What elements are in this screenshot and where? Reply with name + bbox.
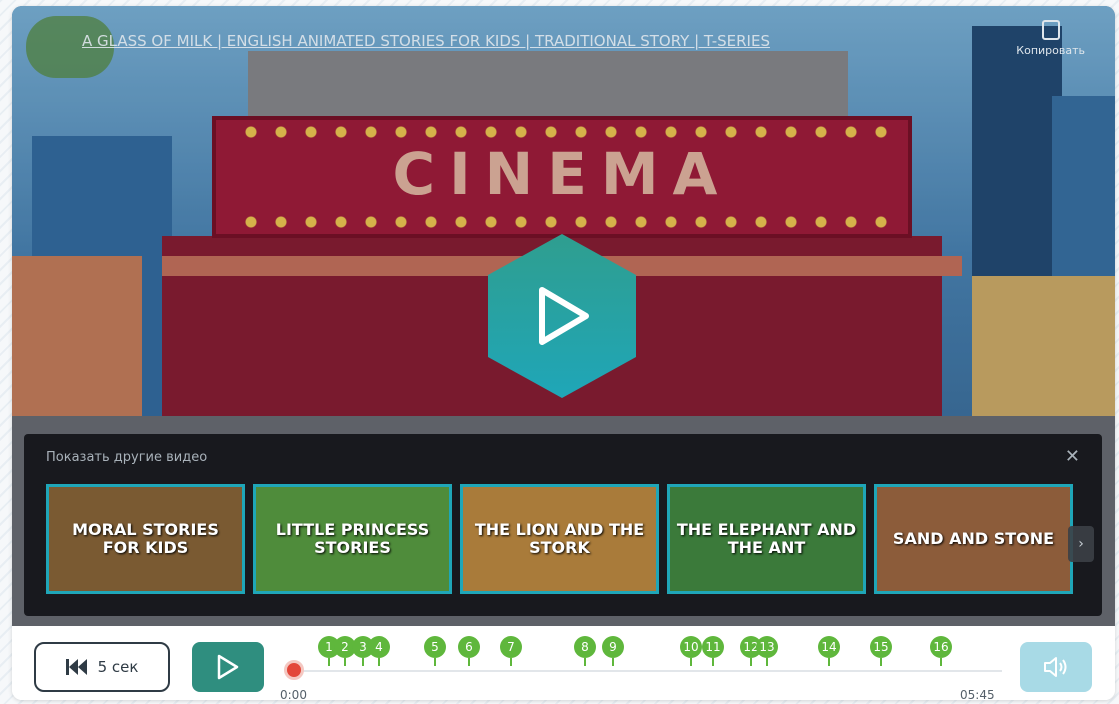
chapter-marker[interactable]: 4: [368, 636, 390, 666]
chapter-marker[interactable]: 8: [574, 636, 596, 666]
suggested-video-thumbnail[interactable]: THE LION AND THE STORK: [460, 484, 659, 594]
thumbnail-text: LITTLE PRINCESS STORIES: [275, 520, 430, 557]
chapter-marker[interactable]: 15: [870, 636, 892, 666]
chapter-marker[interactable]: 7: [500, 636, 522, 666]
player-controls: 5 сек 1 2 3 4 5 6 7 8 9 10 11 12 13 14 15 16 0:00 05:45: [12, 626, 1115, 700]
chapter-marker[interactable]: 9: [602, 636, 624, 666]
chapter-marker-label: 4: [368, 636, 390, 658]
chapter-marker[interactable]: 10: [680, 636, 702, 666]
copy-link-button[interactable]: Копировать: [1016, 20, 1085, 57]
chapter-marker-label: 15: [870, 636, 892, 658]
chapter-marker[interactable]: 6: [458, 636, 480, 666]
play-icon: [539, 287, 589, 345]
chapter-marker-label: 6: [458, 636, 480, 658]
chapter-marker-stem: [584, 658, 586, 666]
progress-knob[interactable]: [284, 660, 304, 680]
rewind-label: 5 сек: [97, 658, 139, 676]
suggested-videos-label: Показать другие видео: [46, 450, 208, 465]
chapter-marker-stem: [434, 658, 436, 666]
chapter-marker[interactable]: 13: [756, 636, 778, 666]
chapter-marker-label: 11: [702, 636, 724, 658]
chapter-marker[interactable]: 16: [930, 636, 952, 666]
chapter-marker-label: 14: [818, 636, 840, 658]
chevron-right-icon[interactable]: ›: [1068, 526, 1094, 562]
video-title-link[interactable]: A GLASS OF MILK | ENGLISH ANIMATED STORI…: [82, 32, 770, 50]
volume-button[interactable]: [1020, 642, 1092, 692]
suggested-video-thumbnail[interactable]: SAND AND STONE: [874, 484, 1073, 594]
volume-icon: [1044, 657, 1067, 677]
thumbnail-text: THE ELEPHANT AND THE ANT: [676, 520, 857, 557]
video-frame[interactable]: CINEMA A GLASS OF MILK | ENGLISH ANIMATE…: [12, 6, 1115, 626]
chapter-marker-label: 7: [500, 636, 522, 658]
thumbnail-text: MORAL STORIES FOR KIDS: [72, 520, 219, 557]
copy-icon: [1041, 20, 1060, 40]
copy-label: Копировать: [1016, 44, 1085, 57]
video-player: CINEMA A GLASS OF MILK | ENGLISH ANIMATE…: [12, 6, 1115, 700]
chapter-marker-label: 5: [424, 636, 446, 658]
chapter-marker-label: 16: [930, 636, 952, 658]
close-icon[interactable]: ✕: [1065, 446, 1080, 467]
thumbnail-text: THE LION AND THE STORK: [474, 520, 645, 557]
chapter-marker-label: 8: [574, 636, 596, 658]
play-icon: [217, 654, 239, 680]
suggested-videos-list: MORAL STORIES FOR KIDS LITTLE PRINCESS S…: [46, 484, 1073, 594]
skip-back-icon: [65, 659, 87, 675]
chapter-marker-stem: [712, 658, 714, 666]
chapter-marker-label: 10: [680, 636, 702, 658]
chapter-marker-stem: [940, 658, 942, 666]
chapter-marker[interactable]: 5: [424, 636, 446, 666]
chapter-marker-stem: [612, 658, 614, 666]
chapter-marker-stem: [344, 658, 346, 666]
chapter-marker-stem: [510, 658, 512, 666]
chapter-marker-stem: [690, 658, 692, 666]
thumbnail-text: SAND AND STONE: [892, 529, 1055, 548]
rewind-5s-button[interactable]: 5 сек: [34, 642, 170, 692]
video-title-bar: A GLASS OF MILK | ENGLISH ANIMATED STORI…: [12, 6, 1115, 78]
chapter-marker-label: 9: [602, 636, 624, 658]
chapter-marker-stem: [328, 658, 330, 666]
total-time: 05:45: [960, 688, 995, 700]
chapter-marker-stem: [750, 658, 752, 666]
chapter-marker-stem: [362, 658, 364, 666]
progress-track[interactable]: [294, 670, 1002, 672]
suggested-video-thumbnail[interactable]: MORAL STORIES FOR KIDS: [46, 484, 245, 594]
chapter-marker[interactable]: 11: [702, 636, 724, 666]
chapter-marker[interactable]: 14: [818, 636, 840, 666]
suggested-video-thumbnail[interactable]: LITTLE PRINCESS STORIES: [253, 484, 452, 594]
chapter-marker-stem: [880, 658, 882, 666]
current-time: 0:00: [280, 688, 307, 700]
suggested-videos-panel: Показать другие видео ✕ MORAL STORIES FO…: [24, 434, 1102, 616]
chapter-marker-stem: [468, 658, 470, 666]
chapter-marker-label: 13: [756, 636, 778, 658]
chapter-marker-stem: [378, 658, 380, 666]
suggested-video-thumbnail[interactable]: THE ELEPHANT AND THE ANT: [667, 484, 866, 594]
play-button[interactable]: [192, 642, 264, 692]
chapter-marker-stem: [766, 658, 768, 666]
chapter-marker-stem: [828, 658, 830, 666]
